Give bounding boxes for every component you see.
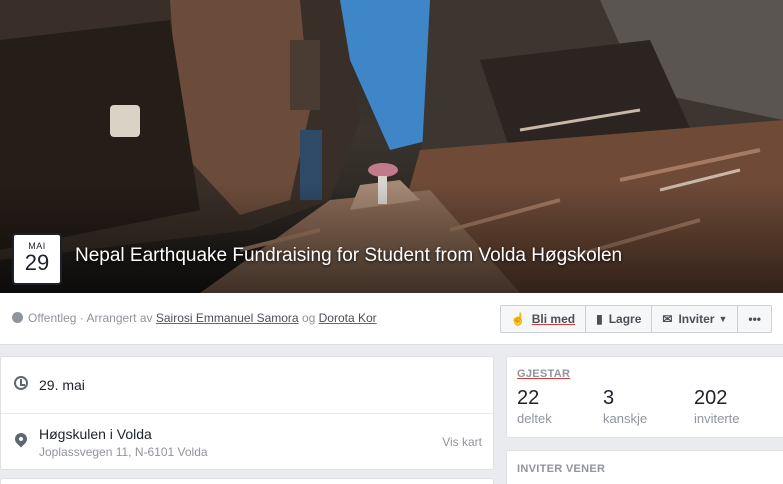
stat-count: 22 — [517, 387, 540, 409]
stat-label: kanskje — [603, 411, 648, 426]
location-name[interactable]: Høgskulen i Volda — [39, 426, 152, 442]
bookmark-icon: ▮ — [596, 312, 603, 326]
save-button[interactable]: ▮ Lagre — [586, 306, 653, 332]
event-title: Nepal Earthquake Fundraising for Student… — [75, 245, 623, 266]
invite-label: Inviter — [678, 312, 715, 326]
stat-invited[interactable]: 202 inviterte — [694, 387, 740, 426]
clock-icon — [14, 376, 28, 390]
invite-friends-heading: INVITER VENER — [517, 463, 606, 475]
event-date-row: 29. mai — [1, 357, 493, 414]
event-day: 29 — [24, 250, 50, 275]
join-label: Bli med — [531, 312, 576, 326]
event-info-bar: Offentleg · Arrangert av Sairosi Emmanue… — [0, 293, 783, 345]
stat-count: 3 — [603, 387, 615, 409]
stat-count: 202 — [694, 387, 728, 409]
organizer-link-1[interactable]: Sairosi Emmanuel Samora — [156, 311, 299, 325]
event-meta: Offentleg · Arrangert av Sairosi Emmanue… — [12, 311, 377, 325]
event-details-card: 29. mai Høgskulen i Volda Joplassvegen 1… — [0, 356, 494, 470]
event-location-row[interactable]: Høgskulen i Volda Joplassvegen 11, N-610… — [1, 414, 493, 471]
guests-card: GJESTAR 22 deltek 3 kanskje 202 invitert… — [506, 356, 783, 438]
invite-friends-card: INVITER VENER — [506, 450, 783, 484]
next-card-partial — [0, 478, 494, 484]
show-map-link[interactable]: Vis kart — [442, 435, 482, 449]
more-icon: ••• — [748, 312, 761, 326]
invite-button[interactable]: ✉ Inviter ▼ — [652, 306, 739, 332]
stat-label: deltek — [517, 411, 552, 426]
chevron-down-icon: ▼ — [718, 314, 728, 324]
guests-heading[interactable]: GJESTAR — [517, 368, 570, 380]
cover-shade — [0, 183, 783, 293]
privacy-label: Offentleg · Arrangert av — [28, 311, 153, 325]
more-options-button[interactable]: ••• — [738, 306, 771, 332]
save-label: Lagre — [608, 312, 642, 326]
organizer-joiner: og — [301, 311, 316, 325]
event-date-badge: MAI 29 — [12, 233, 62, 285]
organizer-link-2[interactable]: Dorota Kor — [319, 311, 377, 325]
globe-icon — [12, 312, 23, 323]
cover-photo[interactable]: MAI 29 Nepal Earthquake Fundraising for … — [0, 0, 783, 293]
join-hand-icon: ☝ — [510, 312, 526, 326]
stat-label: inviterte — [694, 411, 740, 426]
location-address: Joplassvegen 11, N-6101 Volda — [39, 445, 208, 459]
envelope-icon: ✉ — [662, 312, 673, 326]
event-actions: ☝ Bli med ▮ Lagre ✉ Inviter ▼ ••• — [499, 305, 772, 333]
stat-maybe[interactable]: 3 kanskje — [603, 387, 647, 426]
event-date-text: 29. mai — [39, 377, 85, 393]
stat-going[interactable]: 22 deltek — [517, 387, 552, 426]
location-pin-icon — [12, 430, 30, 448]
join-button[interactable]: ☝ Bli med — [501, 306, 587, 332]
